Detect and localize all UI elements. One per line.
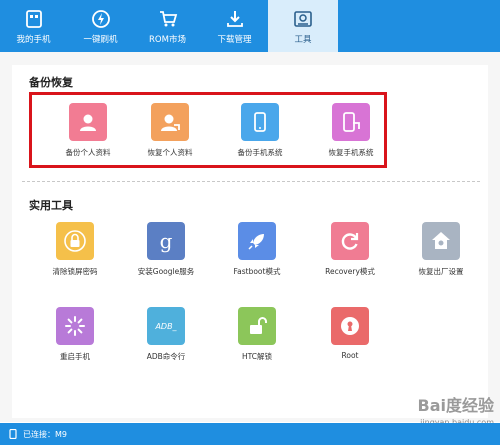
tool-label: Root — [341, 351, 359, 360]
phone-restore-icon — [332, 103, 370, 141]
tool-restore-personal-data[interactable]: 恢复个人资料 — [130, 103, 210, 158]
phone-backup-icon — [241, 103, 279, 141]
section-divider — [22, 181, 480, 182]
refresh-icon — [331, 222, 369, 260]
tool-label: ADB命令行 — [146, 352, 186, 361]
tool-factory-reset[interactable]: 恢复出厂设置 — [401, 222, 481, 277]
root-icon — [331, 307, 369, 345]
tool-fastboot-mode[interactable]: Fastboot模式 — [217, 222, 297, 277]
toolbox-icon — [292, 8, 314, 30]
lock-icon — [56, 222, 94, 260]
tool-label: 重启手机 — [60, 352, 90, 361]
tool-backup-personal-data[interactable]: 备份个人资料 — [48, 103, 128, 158]
tool-label: 清除锁屏密码 — [52, 267, 98, 276]
tab-label: 一键刷机 — [83, 35, 118, 45]
tool-label: 恢复手机系统 — [328, 148, 374, 157]
cart-icon — [157, 8, 179, 30]
tab-my-phone[interactable]: 我的手机 — [0, 0, 67, 52]
tool-restart-phone[interactable]: 重启手机 — [35, 307, 115, 362]
home-icon — [422, 222, 460, 260]
google-icon: g — [147, 222, 185, 260]
app-window: 我的手机 一键刷机 ROM市场 下载管理 工具 备份恢复 备份个人资料 恢复个人… — [0, 0, 500, 445]
tab-tools[interactable]: 工具 — [268, 0, 338, 52]
tool-clear-lock-password[interactable]: 清除锁屏密码 — [35, 222, 115, 277]
flash-icon — [90, 8, 112, 30]
connection-status: 已连接：M9 — [23, 429, 67, 439]
unlock-icon — [238, 307, 276, 345]
tool-htc-unlock[interactable]: HTC解锁 — [217, 307, 297, 362]
person-icon — [69, 103, 107, 141]
loading-icon — [56, 307, 94, 345]
tool-adb-command-line[interactable]: ADB_ ADB命令行 — [126, 307, 206, 362]
tool-label: 恢复个人资料 — [147, 148, 193, 157]
section-title-utilities: 实用工具 — [29, 199, 73, 212]
tab-download-manager[interactable]: 下载管理 — [201, 0, 268, 52]
person-restore-icon — [151, 103, 189, 141]
tool-recovery-mode[interactable]: Recovery模式 — [310, 222, 390, 277]
tool-label: Fastboot模式 — [233, 267, 281, 276]
tab-rom-market[interactable]: ROM市场 — [134, 0, 201, 52]
tab-label: ROM市场 — [149, 35, 186, 45]
tool-label: HTC解锁 — [241, 352, 273, 361]
tab-label: 工具 — [294, 35, 312, 45]
tab-label: 我的手机 — [16, 35, 51, 45]
download-icon — [224, 8, 246, 30]
tool-backup-phone-system[interactable]: 备份手机系统 — [220, 103, 300, 158]
top-nav: 我的手机 一键刷机 ROM市场 下载管理 工具 — [0, 0, 500, 52]
connected-phone-icon — [8, 429, 18, 439]
rocket-icon — [238, 222, 276, 260]
adb-icon: ADB_ — [147, 307, 185, 345]
tab-label: 下载管理 — [217, 35, 252, 45]
tool-label: 备份个人资料 — [65, 148, 111, 157]
tab-one-click-flash[interactable]: 一键刷机 — [67, 0, 134, 52]
tool-label: Recovery模式 — [325, 267, 375, 276]
tool-root[interactable]: Root — [310, 307, 390, 360]
tool-label: 恢复出厂设置 — [418, 267, 464, 276]
section-title-backup: 备份恢复 — [29, 76, 73, 89]
tool-restore-phone-system[interactable]: 恢复手机系统 — [311, 103, 391, 158]
watermark-text: Bai度经验 — [417, 396, 494, 415]
tool-label: 备份手机系统 — [237, 148, 283, 157]
status-bar: 已连接：M9 — [0, 423, 500, 445]
tool-label: 安装Google服务 — [137, 267, 195, 276]
phone-icon — [23, 8, 45, 30]
tool-install-google-services[interactable]: g 安装Google服务 — [126, 222, 206, 277]
